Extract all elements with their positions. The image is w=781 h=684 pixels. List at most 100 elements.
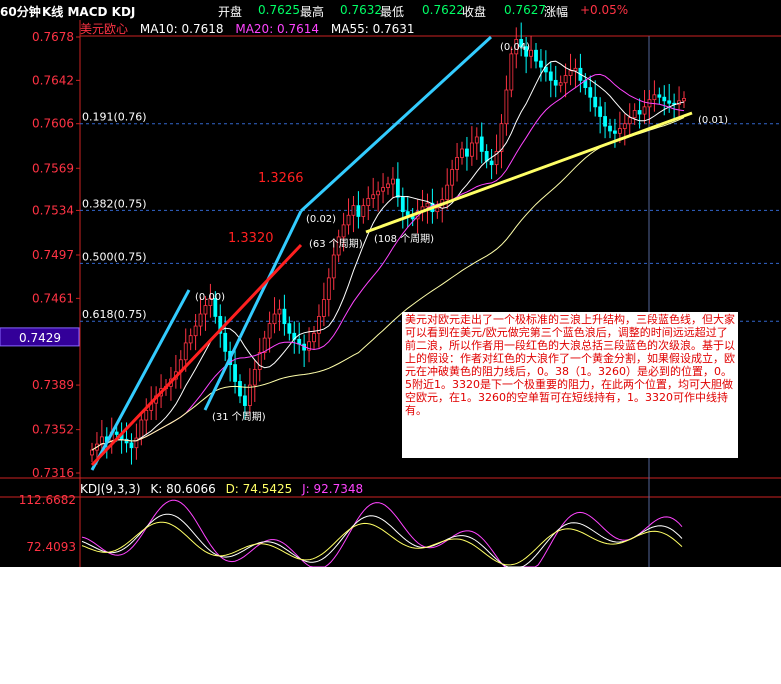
chart-annotation: (0.02) (306, 214, 336, 225)
chart-annotation: (0.00) (195, 292, 225, 303)
candle-body (287, 323, 292, 334)
candle-body (326, 277, 331, 300)
candle-body (489, 160, 494, 166)
y-tick-label: 0.7569 (32, 161, 74, 175)
chart-annotation: (108 个周期) (374, 233, 434, 245)
candle-body (341, 224, 346, 238)
candle-body (588, 87, 593, 98)
y-tick-label: 0.7389 (32, 378, 74, 392)
candle-body (627, 117, 632, 125)
candle-body (469, 142, 474, 157)
candle-body (198, 313, 203, 327)
candle-body (474, 136, 479, 144)
candle-body (351, 205, 356, 216)
candle-body (257, 352, 262, 370)
chart-annotation: (63 个周期) (309, 238, 363, 250)
chart-annotation: 1.3320 (228, 231, 274, 246)
y-tick-label: 0.7534 (32, 203, 74, 217)
y-tick-label: 0.7606 (32, 117, 74, 131)
candle-body (509, 53, 514, 91)
candle-body (400, 196, 405, 213)
candle-body (381, 187, 385, 192)
kdj-j-line (81, 499, 683, 567)
kdj-d-value: D: 74.5425 (225, 482, 293, 496)
candle-body (445, 184, 450, 200)
candle-body (188, 335, 193, 344)
candle-body (321, 299, 326, 317)
chart-annotation: (31 个周期) (212, 411, 266, 423)
candle-body (617, 128, 622, 134)
candle-body (247, 384, 252, 406)
candle-body (435, 207, 440, 213)
candle-body (652, 94, 657, 101)
candle-body (90, 449, 94, 456)
candle-body (642, 106, 647, 115)
candle-body (573, 67, 578, 72)
candle-body (667, 100, 672, 104)
kdj-k-value: K: 80.6066 (150, 482, 216, 496)
support-line-yellow (365, 111, 693, 234)
candle-body (144, 409, 149, 421)
candle-body (425, 202, 430, 208)
kdj-tick-label: 112.6682 (19, 493, 76, 507)
candle-body (99, 436, 104, 445)
candle-body (356, 205, 361, 217)
candle-body (613, 130, 617, 134)
chart-annotation: (0.01) (698, 115, 728, 126)
candle-body (548, 71, 553, 81)
y-tick-label: 0.7678 (32, 30, 74, 44)
kdj-legend: KDJ(9,3,3) K: 80.6066 D: 74.5425 J: 92.7… (80, 482, 369, 496)
candle-body (553, 79, 558, 86)
fib-level-label: 0.382(0.75) (82, 197, 147, 210)
candle-body (504, 89, 509, 125)
candle-body (183, 342, 188, 361)
candle-body (460, 148, 464, 158)
fib-level-label: 0.618(0.75) (82, 308, 147, 321)
kdj-d-line (81, 521, 683, 566)
y-tick-label: 0.7316 (32, 466, 74, 480)
candle-body (465, 148, 469, 157)
candle-body (361, 205, 366, 217)
candle-body (657, 94, 662, 98)
candle-body (637, 110, 642, 115)
candle-body (593, 96, 598, 108)
candle-body (366, 197, 371, 207)
candle-body (608, 125, 612, 132)
candle-body (391, 178, 395, 185)
candle-body (558, 82, 563, 86)
candle-body (386, 183, 390, 188)
analysis-note: 美元对欧元走出了一个极标准的三浪上升结构，三段蓝色线，但大家可以看到在美元/欧元… (402, 312, 738, 458)
candle-body (622, 123, 627, 129)
candle-body (312, 332, 316, 343)
candle-body (129, 442, 134, 449)
fib-level-label: 0.500(0.75) (82, 250, 147, 263)
candle-body (139, 419, 144, 439)
candle-body (534, 49, 538, 62)
fib-level-label: 0.191(0.76) (82, 111, 147, 124)
candle-body (203, 305, 208, 315)
candle-body (252, 369, 257, 386)
kdj-tick-label: 72.4093 (26, 540, 76, 554)
candle-body (568, 70, 573, 76)
candle-body (243, 395, 247, 406)
candle-body (450, 169, 455, 186)
candle-body (233, 364, 237, 382)
candle-body (267, 323, 272, 339)
candle-body (539, 60, 543, 68)
candle-body (479, 136, 484, 152)
candle-body (598, 106, 603, 117)
candle-body (282, 308, 287, 325)
candle-body (223, 332, 228, 352)
candle-body (395, 178, 400, 198)
candle-body (346, 214, 351, 226)
candle-body (114, 431, 119, 435)
candle-body (603, 116, 607, 127)
kdj-j-value: J: 92.7348 (302, 482, 364, 496)
kdj-name: KDJ(9,3,3) (80, 482, 141, 496)
candle-body (662, 96, 667, 102)
candle-body (193, 325, 198, 337)
y-tick-label: 0.7352 (32, 423, 74, 437)
candle-body (277, 308, 282, 315)
candle-body (376, 190, 381, 196)
candle-body (563, 75, 568, 84)
